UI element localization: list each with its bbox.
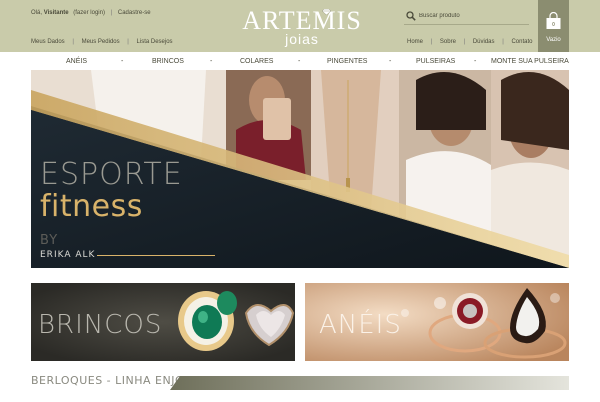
register-link[interactable]: Cadastre-se [118,10,151,16]
nav-about[interactable]: Sobre [440,39,456,45]
my-orders-link[interactable]: Meus Pedidos [82,39,120,45]
separator: - [474,58,477,65]
section-title: BERLOQUES - LINHA ENJOY [31,374,191,387]
wishlist-link[interactable]: Lista Desejos [137,39,173,45]
separator: | [72,39,74,45]
rings-label: ANÉIS [319,310,402,340]
nav-home[interactable]: Home [407,39,423,45]
rings-banner[interactable]: ANÉIS [305,283,569,361]
main-nav: Home | Sobre | Dúvidas | Contato [407,39,532,45]
category-nav: ANÉIS - BRINCOS - COLARES - PINGENTES - … [0,56,600,68]
search-underline [404,24,529,25]
separator: | [463,39,466,45]
logo-sub-text: joias [285,31,319,47]
cart-button[interactable]: 0 Vazio [538,0,569,52]
hero-title-line1: ESPORTE [40,157,183,192]
account-nav: Meus Dados | Meus Pedidos | Lista Desejo… [31,39,173,45]
search-icon[interactable] [406,11,416,21]
hero-slider[interactable]: ESPORTE fitness BY ERIKA ALK [31,70,569,268]
category-rings[interactable]: ANÉIS [66,58,87,65]
nav-contact[interactable]: Contato [511,39,532,45]
separator: | [502,39,504,45]
cart-count: 0 [552,22,555,28]
slider-dots [292,260,307,268]
category-earrings[interactable]: BRINCOS [152,58,184,65]
separator: - [389,58,392,65]
separator: | [430,39,433,45]
login-link[interactable]: (fazer login) [73,10,105,16]
site-logo[interactable]: ARTEMIS joias [232,8,372,48]
separator: - [121,58,124,65]
greeting-text: Olá, [31,10,43,16]
visitor-name: Visitante [43,10,69,16]
nav-faq[interactable]: Dúvidas [473,39,495,45]
category-bracelets[interactable]: PULSEIRAS [416,58,455,65]
separator: | [110,10,113,16]
earrings-label: BRINCOS [38,310,163,340]
user-greeting: Olá, Visitante (fazer login) | Cadastre-… [31,10,151,16]
hero-author-line [97,255,215,256]
cart-status: Vazio [546,37,561,43]
diamond-icon [322,9,331,15]
my-data-link[interactable]: Meus Dados [31,39,65,45]
hero-author: ERIKA ALK [40,250,96,260]
separator: | [127,39,129,45]
section-divider [170,376,569,390]
separator: - [210,58,213,65]
category-build-bracelet[interactable]: MONTE SUA PULSEIRA [491,58,569,65]
search-box [404,8,529,24]
category-necklaces[interactable]: COLARES [240,58,273,65]
earrings-banner[interactable]: BRINCOS [31,283,295,361]
category-pendants[interactable]: PINGENTES [327,58,367,65]
hero-title-line2: fitness [40,189,143,224]
search-input[interactable] [419,10,527,22]
site-header: Olá, Visitante (fazer login) | Cadastre-… [0,0,600,52]
separator: - [298,58,301,65]
hero-by: BY [40,233,59,248]
